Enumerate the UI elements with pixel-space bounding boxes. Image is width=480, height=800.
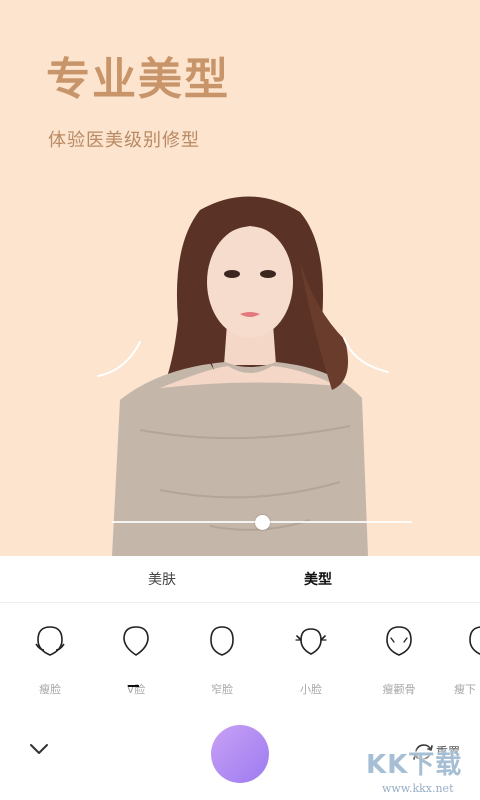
tool-label: 瘦下 — [454, 683, 476, 696]
reset-icon — [413, 744, 433, 760]
small-face-icon — [295, 628, 327, 655]
tool-label: 窄脸 — [211, 683, 233, 696]
hero-banner: 专业美型 体验医美级别修型 — [0, 0, 480, 556]
tool-narrow-face[interactable]: 窄脸 — [186, 622, 256, 696]
tool-label: 小脸 — [300, 683, 322, 696]
category-tabs: 美肤 美型 — [0, 556, 480, 603]
face-contour-right-guide — [343, 337, 389, 373]
tool-v-face[interactable]: V脸 — [100, 622, 170, 696]
v-face-icon — [123, 626, 149, 656]
apply-button[interactable] — [211, 725, 269, 783]
tool-label: 瘦颧骨 — [382, 683, 416, 696]
hero-title: 专业美型 — [46, 54, 230, 105]
tab-skin[interactable]: 美肤 — [148, 570, 176, 590]
tool-label: 瘦脸 — [39, 683, 61, 696]
chevron-down-icon[interactable] — [28, 741, 50, 757]
thin-face-icon — [35, 626, 65, 656]
shape-tools: 瘦脸 V脸 窄脸 小脸 瘦颧骨 瘦下 — [0, 604, 480, 704]
tool-small-face[interactable]: 小脸 — [275, 622, 345, 696]
tab-shape[interactable]: 美型 — [304, 570, 332, 590]
tool-cheekbone[interactable]: 瘦颧骨 — [363, 622, 433, 696]
thin-jaw-icon — [469, 626, 480, 655]
watermark-url: www.kkx.net — [382, 782, 454, 795]
narrow-face-icon — [210, 626, 234, 656]
tool-thin-face[interactable]: 瘦脸 — [14, 622, 84, 696]
hero-subtitle: 体验医美级别修型 — [48, 130, 200, 151]
reset-label: 重置 — [436, 745, 461, 759]
selected-tool-indicator — [128, 685, 139, 687]
reset-button[interactable]: 重置 — [412, 742, 478, 764]
tool-thin-jaw[interactable]: 瘦下 — [448, 622, 480, 696]
face-contour-left-guide — [97, 341, 141, 377]
cheekbone-icon — [386, 626, 412, 656]
intensity-slider-thumb[interactable] — [255, 515, 270, 530]
